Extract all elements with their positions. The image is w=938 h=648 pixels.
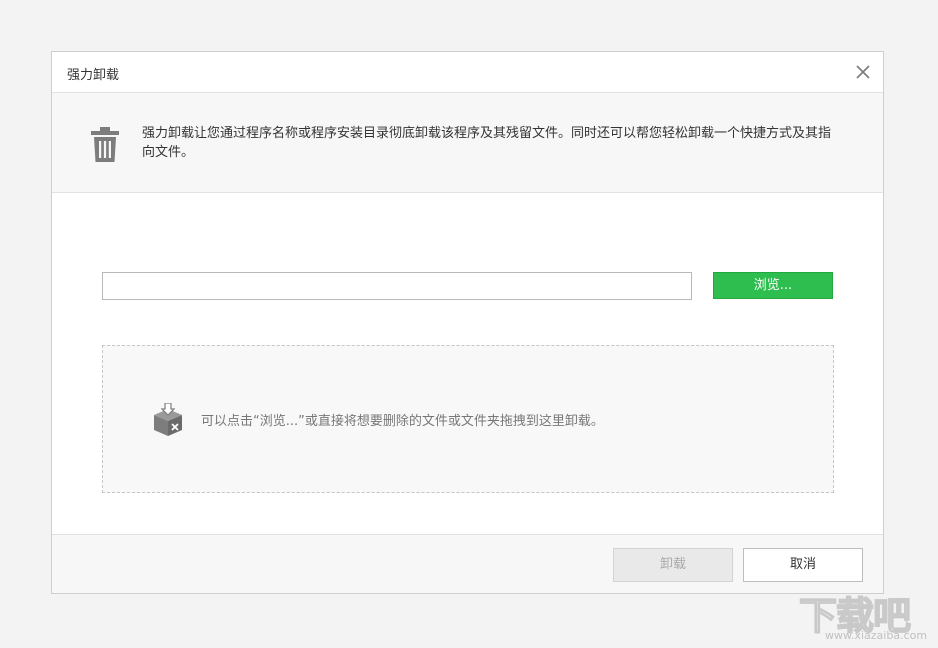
watermark-logo: 下载吧 www.xiazaiba.com (795, 585, 935, 645)
dialog-title: 强力卸载 (67, 64, 119, 83)
uninstall-button[interactable]: 卸载 (613, 548, 733, 582)
uninstall-dialog: 强力卸载 强力卸载让您通过程序名称或程序安装目录彻底卸载该程序及其残留文件。同时… (51, 51, 884, 594)
browse-button[interactable]: 浏览... (713, 272, 833, 299)
dialog-footer: 卸载 取消 (52, 534, 883, 593)
close-icon[interactable] (853, 62, 873, 82)
drop-zone[interactable]: 可以点击“浏览...”或直接将想要删除的文件或文件夹拖拽到这里卸载。 (102, 345, 834, 493)
box-remove-icon (151, 403, 185, 437)
watermark-url: www.xiazaiba.com (825, 629, 927, 642)
trash-icon (90, 127, 120, 163)
path-input[interactable] (102, 272, 692, 300)
drop-hint-text: 可以点击“浏览...”或直接将想要删除的文件或文件夹拖拽到这里卸载。 (201, 410, 604, 429)
info-banner: 强力卸载让您通过程序名称或程序安装目录彻底卸载该程序及其残留文件。同时还可以帮您… (52, 93, 883, 193)
cancel-button[interactable]: 取消 (743, 548, 863, 582)
title-bar: 强力卸载 (52, 52, 883, 93)
banner-description: 强力卸载让您通过程序名称或程序安装目录彻底卸载该程序及其残留文件。同时还可以帮您… (142, 124, 832, 162)
